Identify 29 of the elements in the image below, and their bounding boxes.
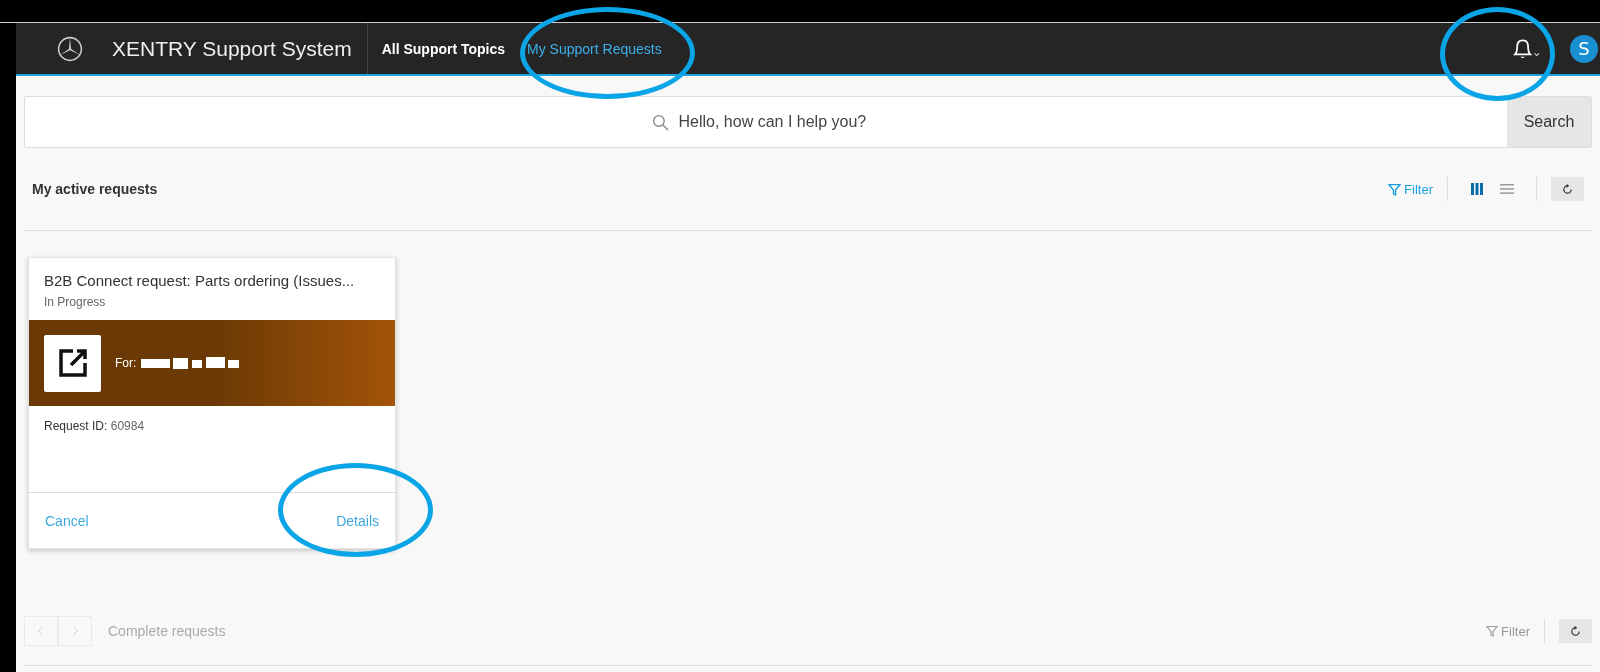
search-button[interactable]: Search [1507, 97, 1591, 147]
chevron-right-icon [71, 626, 79, 636]
nav-link[interactable]: My Support Requests [527, 40, 662, 57]
search-field[interactable]: Hello, how can I help you? Search [24, 96, 1592, 148]
refresh-icon [1562, 183, 1573, 195]
search-icon [651, 113, 669, 131]
refresh-icon [1570, 625, 1581, 637]
section-title: My active requests [32, 181, 158, 197]
filter-icon [1388, 182, 1402, 196]
nav-link[interactable]: All Support Topics [381, 40, 506, 57]
external-link-icon [44, 334, 101, 392]
app-title: XENTRY Support System [112, 36, 352, 61]
filter-button[interactable]: Filter [1388, 181, 1433, 197]
request-title: B2B Connect request: Parts ordering (Issues... [44, 272, 356, 289]
refresh-button[interactable] [1559, 619, 1592, 643]
filter-button[interactable]: Filter [1486, 623, 1530, 639]
filter-icon [1486, 625, 1499, 637]
chevron-left-icon [37, 626, 45, 636]
request-status: In Progress [44, 295, 107, 309]
star-logo-icon[interactable] [57, 35, 83, 62]
details-link[interactable]: Details [336, 512, 379, 529]
section-title: Complete requests [108, 623, 226, 639]
cancel-link[interactable]: Cancel [45, 512, 89, 529]
request-id: Request ID: 60984 [43, 418, 146, 435]
list-view-icon[interactable] [1500, 182, 1514, 196]
grid-view-icon[interactable] [1470, 182, 1484, 196]
requester-label: For: [115, 356, 137, 370]
user-avatar[interactable]: S [1570, 34, 1598, 63]
refresh-button[interactable] [1551, 177, 1584, 201]
